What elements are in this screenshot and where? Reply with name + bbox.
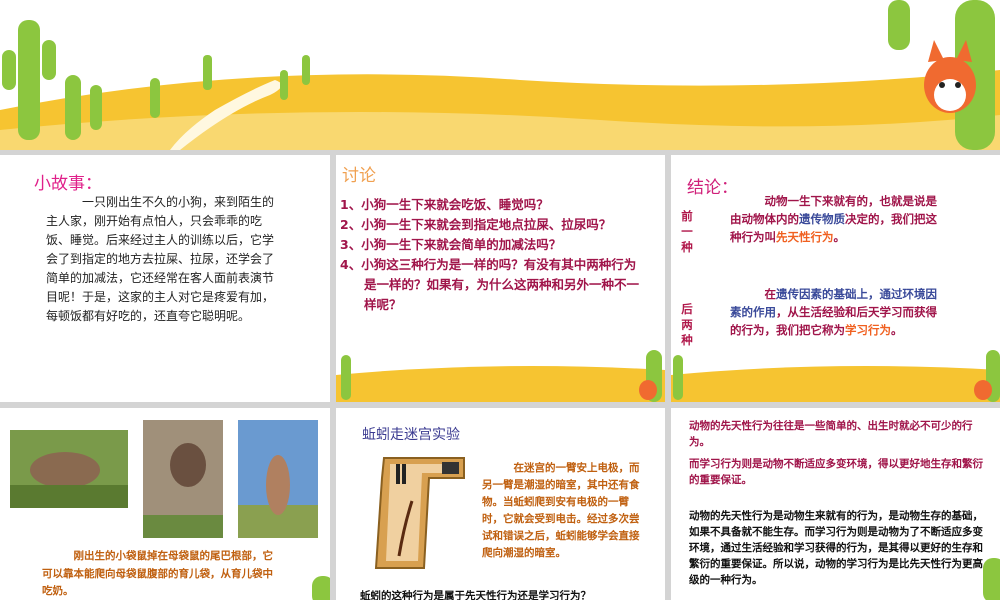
summary-detail: 动物的先天性行为是动物生来就有的行为，是动物生存的基础，如果不具备就不能生存。而… (689, 510, 983, 586)
cactus-icon (983, 558, 1000, 600)
discussion-title: 讨论 (342, 166, 376, 186)
summary-slide: 动物的先天性行为往往是一些简单的、出生时就必不可少的行为。 而学习行为则是动物不断… (671, 408, 1000, 600)
desert-illustration (0, 0, 1000, 150)
kangaroo-slide: 刚出生的小袋鼠掉在母袋鼠的尾巴根部，它可以靠本能爬向母袋鼠腹部的育儿袋，从育儿袋… (0, 408, 330, 600)
story-body: 一只刚出生不久的小狗，来到陌生的主人家，刚开始有点怕人，只会乖乖的吃饭、睡觉。后… (46, 195, 275, 323)
desert-footer-illustration (336, 350, 665, 402)
discussion-list: 1、小狗一生下来就会吃饭、睡觉吗？ 2、小狗一生下来就会到指定地点拉屎、拉尿吗？… (340, 195, 640, 315)
list-item: 2、小狗一生下来就会到指定地点拉屎、拉尿吗？ (340, 217, 612, 232)
maze-slide: 蚯蚓走迷宫实验 在迷宫的一臂安上电极，而另一臂是潮湿的暗室，其中还有食物。当蚯蚓… (336, 408, 665, 600)
conclusion-slide: 结论： 前一种 动物一生下来就有的，也就是说是由动物体内的遗传物质决定的，我们把… (671, 155, 1000, 402)
list-item: 3、小狗一生下来就会简单的加减法吗？ (340, 237, 562, 252)
maze-text: 在迷宫的一臂安上电极，而另一臂是潮湿的暗室，其中还有食物。当蚯蚓爬到安有电极的一… (482, 462, 640, 559)
desert-footer-illustration (671, 350, 1000, 402)
story-slide: 小故事： 一只刚出生不久的小狗，来到陌生的主人家，刚开始有点怕人，只会乖乖的吃饭… (0, 155, 330, 402)
discussion-slide: 讨论 1、小狗一生下来就会吃饭、睡觉吗？ 2、小狗一生下来就会到指定地点拉屎、拉… (336, 155, 665, 402)
desert-banner (0, 0, 1000, 150)
kangaroo-text: 刚出生的小袋鼠掉在母袋鼠的尾巴根部，它可以靠本能爬向母袋鼠腹部的育儿袋，从育儿袋… (42, 550, 273, 597)
maze-question: 蚯蚓的这种行为是属于先天性行为还是学习行为？ (360, 590, 591, 600)
first-kind-label: 前一种 (680, 210, 694, 257)
maze-title: 蚯蚓走迷宫实验 (362, 427, 460, 443)
story-title: 小故事： (34, 174, 102, 194)
list-item: 4、小狗这三种行为是一样的吗？有没有其中两种行为是一样的？如果有，为什么这两种和… (340, 257, 640, 312)
second-kind-label: 后两种 (680, 303, 694, 350)
list-item: 1、小狗一生下来就会吃饭、睡觉吗？ (340, 197, 549, 212)
second-kind-text: 在遗传因素的基础上，通过环境因素的作用，从生活经验和后天学习而获得的行为，我们把… (730, 287, 937, 337)
fox-mascot-icon (924, 40, 976, 113)
kangaroo-photo-standing (238, 420, 318, 538)
t-maze-illustration (374, 457, 465, 569)
summary-innate: 动物的先天性行为往往是一些简单的、出生时就必不可少的行为。 而学习行为则是动物不断… (689, 420, 983, 486)
kangaroo-photo-grazing (10, 430, 128, 508)
first-kind-text: 动物一生下来就有的，也就是说是由动物体内的遗传物质决定的，我们把这种行为叫先天性… (730, 194, 937, 244)
kangaroo-photo-pouch (143, 420, 223, 538)
cactus-icon (312, 576, 330, 600)
